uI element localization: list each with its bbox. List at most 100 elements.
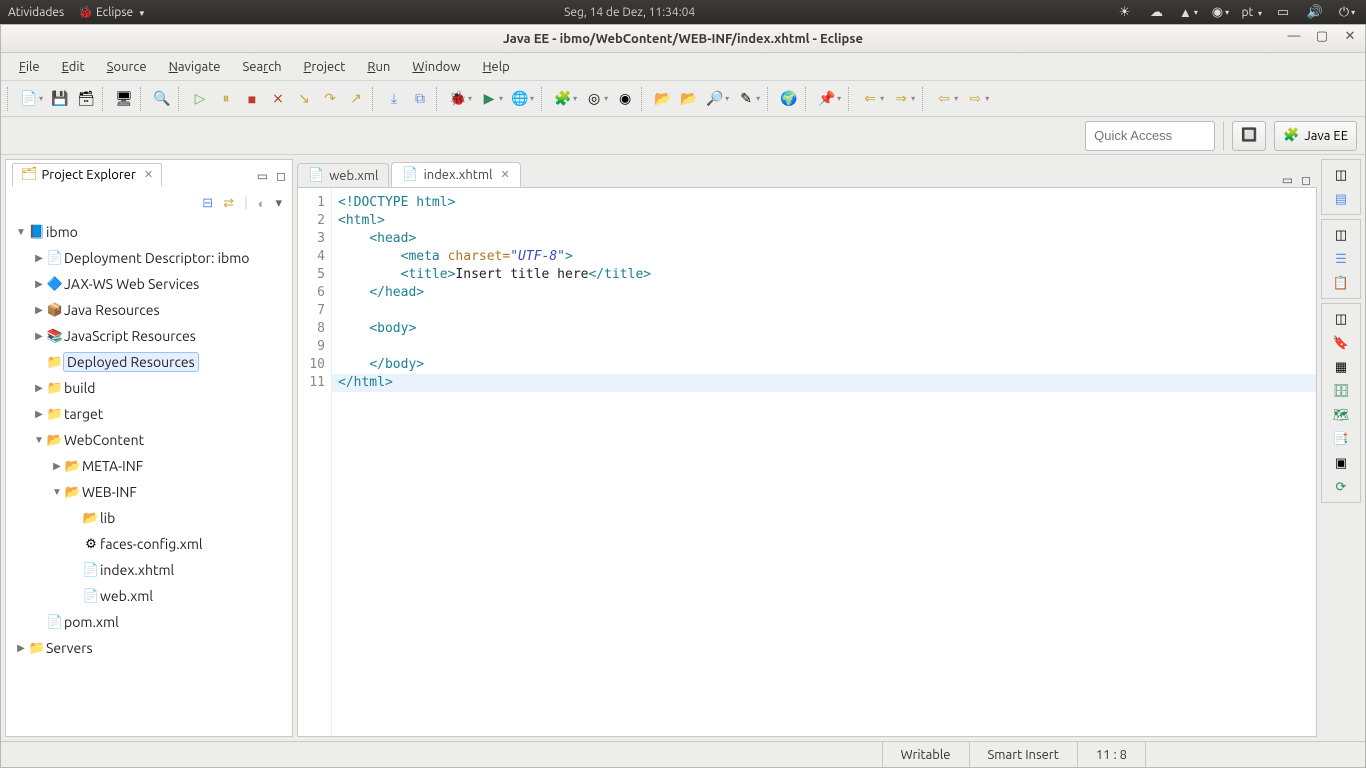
web-browser-button[interactable]: 🌍 xyxy=(777,87,801,111)
debug-button[interactable]: 🐞 xyxy=(446,87,470,111)
tree-twist-icon[interactable]: ▶ xyxy=(32,304,46,316)
menu-run[interactable]: Run xyxy=(357,56,400,78)
focus-task-icon[interactable]: ◐ xyxy=(258,196,266,211)
link-editor-icon[interactable]: ⇄ xyxy=(223,196,234,211)
editor-tab[interactable]: 📄index.xhtml✕ xyxy=(391,162,520,187)
tree-twist-icon[interactable]: ▶ xyxy=(32,382,46,394)
tree-twist-icon[interactable]: ▼ xyxy=(14,226,28,238)
nav-forward-dropdown[interactable]: ▾ xyxy=(985,94,992,103)
disconnect-button[interactable]: ⨯ xyxy=(266,87,290,111)
power-icon[interactable]: ⏻▾ xyxy=(1336,3,1358,21)
tree-twist-icon[interactable]: ▶ xyxy=(32,252,46,264)
tree-node[interactable]: ▶📁Servers xyxy=(6,635,292,661)
updates-icon[interactable]: ▲▾ xyxy=(1177,3,1199,21)
data-source-view-icon[interactable]: 🗺 xyxy=(1330,406,1352,424)
console-view-icon[interactable]: ▣ xyxy=(1330,454,1352,472)
tree-twist-icon[interactable]: ▶ xyxy=(32,408,46,420)
menu-edit[interactable]: Edit xyxy=(52,56,95,78)
tree-twist-icon[interactable]: ▶ xyxy=(32,278,46,290)
activities-label[interactable]: Atividades xyxy=(8,6,64,19)
nav-back-button[interactable]: ⇦ xyxy=(932,87,956,111)
maximize-button[interactable]: ▢ xyxy=(1313,29,1331,44)
progress-view-icon[interactable]: ⟳ xyxy=(1330,478,1352,496)
keyboard-layout[interactable]: pt ▾ xyxy=(1241,6,1262,19)
back-marker-button[interactable]: ⇐ xyxy=(858,87,882,111)
new-button[interactable]: 📄 xyxy=(17,87,41,111)
step-over-button[interactable]: ↷ xyxy=(318,87,342,111)
window-switcher-icon[interactable]: ▭ xyxy=(1272,3,1294,21)
editor-maximize-icon[interactable]: ◻ xyxy=(1301,173,1311,187)
snippets-view-icon[interactable]: 📑 xyxy=(1330,430,1352,448)
properties-view-icon[interactable]: ▦ xyxy=(1330,358,1352,376)
tree-twist-icon[interactable]: ▼ xyxy=(32,434,46,446)
menu-source[interactable]: Source xyxy=(97,56,157,78)
view-menu-icon[interactable]: ▾ xyxy=(275,196,282,211)
annotate-dropdown[interactable]: ▾ xyxy=(756,94,763,103)
close-button[interactable]: ✕ xyxy=(1341,29,1359,44)
nav-back-dropdown[interactable]: ▾ xyxy=(954,94,961,103)
forward-marker-dropdown[interactable]: ▾ xyxy=(911,94,918,103)
tree-node[interactable]: ▼📂WebContent xyxy=(6,427,292,453)
menu-window[interactable]: Window xyxy=(402,56,470,78)
tree-node[interactable]: ▶🔷JAX-WS Web Services xyxy=(6,271,292,297)
perspective-javaee-button[interactable]: 🧩 Java EE xyxy=(1274,121,1357,151)
step-return-button[interactable]: ↗ xyxy=(344,87,368,111)
new-server-dropdown[interactable]: ▾ xyxy=(573,94,580,103)
restore-view-icon[interactable]: ◫ xyxy=(1330,166,1352,184)
pin-dropdown[interactable]: ▾ xyxy=(837,94,844,103)
project-explorer-close-icon[interactable]: ✕ xyxy=(144,168,153,181)
code-editor[interactable]: 1234567891011 <!DOCTYPE html> <html> <he… xyxy=(297,187,1317,737)
servers-view-icon[interactable]: 🗄 xyxy=(1330,382,1352,400)
collapse-all-icon[interactable]: ⊟ xyxy=(202,196,213,211)
debug-dropdown[interactable]: ▾ xyxy=(468,94,475,103)
restore-view3-icon[interactable]: ◫ xyxy=(1330,310,1352,328)
markers-view-icon[interactable]: 🔖 xyxy=(1330,334,1352,352)
cloud-icon[interactable]: ☁ xyxy=(1145,3,1167,21)
forward-marker-button[interactable]: ⇒ xyxy=(889,87,913,111)
quick-access-input[interactable] xyxy=(1085,121,1215,151)
menu-search[interactable]: Search xyxy=(232,56,291,78)
step-into-button[interactable]: ↘ xyxy=(292,87,316,111)
weather-icon[interactable]: ☀ xyxy=(1113,3,1135,21)
start-server-button[interactable]: ◎ xyxy=(582,87,606,111)
suspend-button[interactable]: ⏸ xyxy=(214,87,238,111)
nav-forward-button[interactable]: ⇨ xyxy=(963,87,987,111)
menu-navigate[interactable]: Navigate xyxy=(159,56,231,78)
tree-node[interactable]: ▶📦Java Resources xyxy=(6,297,292,323)
tree-twist-icon[interactable]: ▶ xyxy=(14,642,28,654)
tree-node[interactable]: ▶📄index.xhtml xyxy=(6,557,292,583)
menu-help[interactable]: Help xyxy=(472,56,519,78)
tree-node[interactable]: ▶📁Deployed Resources xyxy=(6,349,292,375)
tasks-view-icon[interactable]: 📋 xyxy=(1330,274,1352,292)
save-all-button[interactable]: 🗃 xyxy=(74,87,98,111)
view-maximize-icon[interactable]: ◻ xyxy=(276,169,286,183)
tree-node[interactable]: ▶📁target xyxy=(6,401,292,427)
tree-node[interactable]: ▶📄pom.xml xyxy=(6,609,292,635)
pin-editor-button[interactable]: 📌 xyxy=(815,87,839,111)
open-perspective-button[interactable]: 🔲 xyxy=(1232,121,1266,151)
tree-node[interactable]: ▶📄Deployment Descriptor: ibmo xyxy=(6,245,292,271)
run-on-server-dropdown[interactable]: ▾ xyxy=(530,94,537,103)
outline-view-icon[interactable]: ▤ xyxy=(1330,190,1352,208)
new-dropdown[interactable]: ▾ xyxy=(39,94,46,103)
annotate-button[interactable]: ✎ xyxy=(734,87,758,111)
search-button[interactable]: 🔎 xyxy=(703,87,727,111)
new-server-button[interactable]: 🧩 xyxy=(551,87,575,111)
tree-node[interactable]: ▶⚙faces-config.xml xyxy=(6,531,292,557)
editor-minimize-icon[interactable]: ▭ xyxy=(1282,173,1293,187)
tree-node[interactable]: ▶📚JavaScript Resources xyxy=(6,323,292,349)
tree-node[interactable]: ▶📁build xyxy=(6,375,292,401)
accessibility-icon[interactable]: ◉▾ xyxy=(1209,3,1231,21)
open-task-button[interactable]: 📂 xyxy=(677,87,701,111)
tree-node[interactable]: ▶📂lib xyxy=(6,505,292,531)
run-button[interactable]: ▶ xyxy=(477,87,501,111)
menu-file[interactable]: File xyxy=(9,56,50,78)
code-content[interactable]: <!DOCTYPE html> <html> <head> <meta char… xyxy=(332,188,1316,736)
menu-project[interactable]: Project xyxy=(294,56,356,78)
restore-view2-icon[interactable]: ◫ xyxy=(1330,226,1352,244)
editor-tab-close-icon[interactable]: ✕ xyxy=(501,168,510,181)
run-on-server-button[interactable]: 🌐 xyxy=(508,87,532,111)
search-dropdown[interactable]: ▾ xyxy=(725,94,732,103)
tree-node[interactable]: ▼📂WEB-INF xyxy=(6,479,292,505)
app-menu[interactable]: 🐞 Eclipse ▼ xyxy=(78,5,146,19)
